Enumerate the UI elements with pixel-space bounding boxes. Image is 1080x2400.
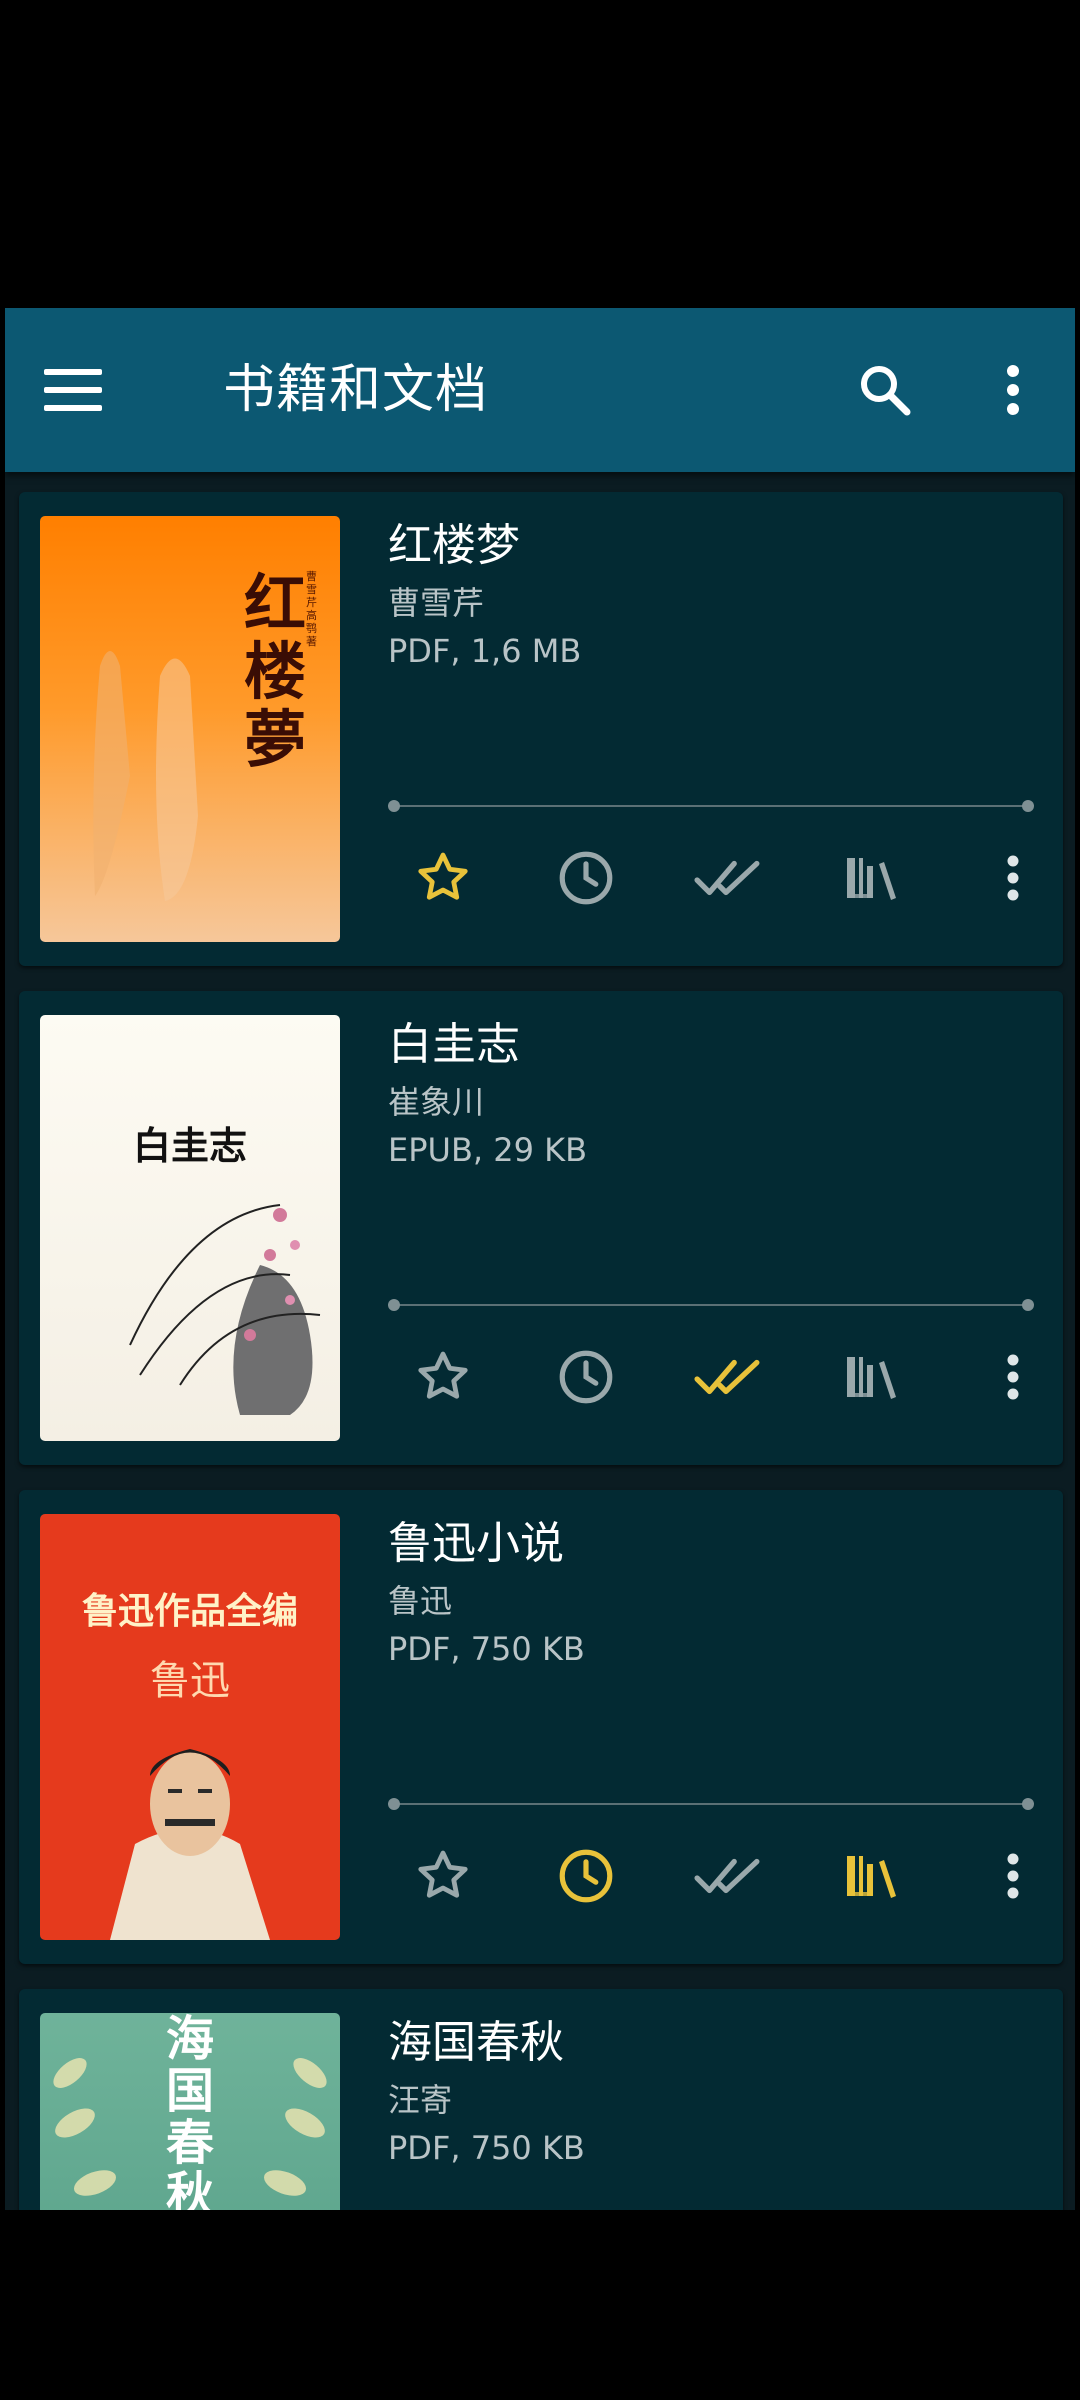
book-file-info: PDF, 750 KB	[388, 1630, 585, 1668]
app-screen: 书籍和文档 红楼夢 曹雪芹 高 鹗 著 红楼梦 曹雪芹 PDF, 1,6 MB …	[5, 308, 1075, 2210]
book-cover[interactable]: 白圭志	[40, 1015, 340, 1441]
book-author: 鲁迅	[388, 1582, 453, 1620]
library-icon[interactable]	[831, 1836, 911, 1916]
book-file-info: PDF, 750 KB	[388, 2129, 585, 2167]
more-vertical-icon[interactable]	[973, 350, 1053, 430]
book-card[interactable]: 海国春秋 海国春秋 汪寄 PDF, 750 KB	[19, 1989, 1063, 2210]
cover-illustration	[93, 651, 198, 901]
book-card[interactable]: 鲁迅作品全编 鲁迅 鲁迅小说 鲁迅 PDF, 750 KB	[19, 1490, 1063, 1964]
clock-icon[interactable]	[546, 1337, 626, 1417]
library-icon[interactable]	[831, 1337, 911, 1417]
hamburger-menu-icon[interactable]	[33, 350, 113, 430]
reading-progress[interactable]	[388, 798, 1034, 814]
book-actions	[388, 1337, 1068, 1417]
double-check-icon[interactable]	[688, 1337, 768, 1417]
top-app-bar: 书籍和文档	[5, 308, 1075, 472]
search-icon[interactable]	[845, 350, 925, 430]
book-title: 鲁迅小说	[388, 1518, 564, 1569]
clock-icon[interactable]	[546, 1836, 626, 1916]
more-vertical-icon[interactable]	[973, 838, 1053, 918]
book-card[interactable]: 红楼夢 曹雪芹 高 鹗 著 红楼梦 曹雪芹 PDF, 1,6 MB	[19, 492, 1063, 966]
book-title: 白圭志	[388, 1019, 520, 1070]
book-file-info: PDF, 1,6 MB	[388, 632, 582, 670]
double-check-icon[interactable]	[688, 1836, 768, 1916]
book-author: 曹雪芹	[388, 584, 485, 622]
book-actions	[388, 838, 1068, 918]
reading-progress[interactable]	[388, 1796, 1034, 1812]
reading-progress[interactable]	[388, 1297, 1034, 1313]
clock-icon[interactable]	[546, 838, 626, 918]
star-icon[interactable]	[403, 1836, 483, 1916]
page-title: 书籍和文档	[223, 360, 489, 420]
book-title: 海国春秋	[388, 2017, 564, 2068]
more-vertical-icon[interactable]	[973, 1836, 1053, 1916]
book-actions	[388, 1836, 1068, 1916]
more-vertical-icon[interactable]	[973, 1337, 1053, 1417]
star-icon[interactable]	[403, 1337, 483, 1417]
star-icon[interactable]	[403, 838, 483, 918]
double-check-icon[interactable]	[688, 838, 768, 918]
book-cover[interactable]: 海国春秋	[40, 2013, 340, 2210]
book-author: 崔象川	[388, 1083, 485, 1121]
library-icon[interactable]	[831, 838, 911, 918]
cover-title: 海国春秋	[165, 2013, 214, 2210]
cover-portrait	[110, 1749, 270, 1940]
cover-illustration	[129, 1204, 321, 1415]
book-cover[interactable]: 红楼夢 曹雪芹 高 鹗 著	[40, 516, 340, 942]
book-cover[interactable]: 鲁迅作品全编 鲁迅	[40, 1514, 340, 1940]
book-file-info: EPUB, 29 KB	[388, 1131, 588, 1169]
book-title: 红楼梦	[388, 520, 520, 571]
book-card[interactable]: 白圭志 白圭志 崔象川 EPUB, 29 KB	[19, 991, 1063, 1465]
book-author: 汪寄	[388, 2081, 453, 2119]
